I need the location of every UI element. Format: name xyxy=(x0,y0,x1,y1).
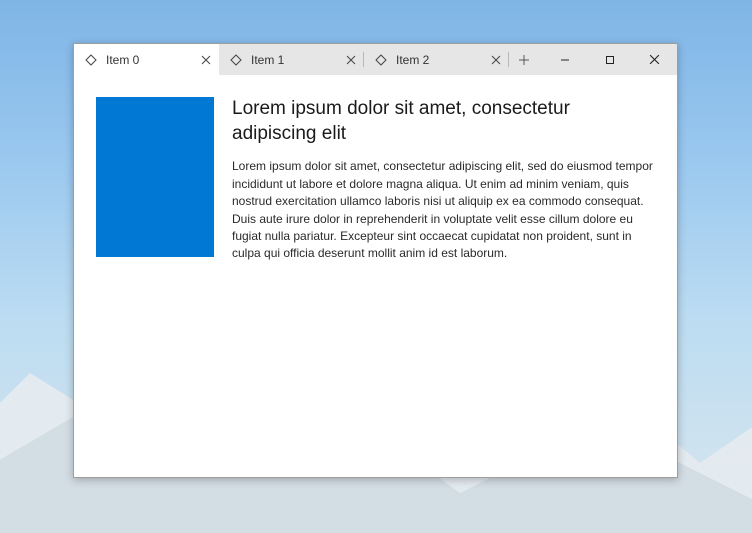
app-window: Item 0 Item 1 Item 2 xyxy=(73,43,678,478)
close-icon[interactable] xyxy=(342,51,360,69)
hero-image-placeholder xyxy=(96,97,214,257)
tab-label: Item 2 xyxy=(396,53,483,67)
tab-label: Item 0 xyxy=(106,53,193,67)
tab-label: Item 1 xyxy=(251,53,338,67)
tab-item-0[interactable]: Item 0 xyxy=(74,44,219,75)
plus-icon xyxy=(518,54,530,66)
diamond-icon xyxy=(374,53,388,67)
diamond-icon xyxy=(229,53,243,67)
maximize-button[interactable] xyxy=(587,44,632,75)
close-icon[interactable] xyxy=(487,51,505,69)
content-body: Lorem ipsum dolor sit amet, consectetur … xyxy=(232,158,655,262)
close-window-button[interactable] xyxy=(632,44,677,75)
titlebar: Item 0 Item 1 Item 2 xyxy=(74,44,677,75)
tab-item-1[interactable]: Item 1 xyxy=(219,44,364,75)
caption-controls xyxy=(542,44,677,75)
minimize-button[interactable] xyxy=(542,44,587,75)
maximize-icon xyxy=(605,55,615,65)
diamond-icon xyxy=(84,53,98,67)
close-icon[interactable] xyxy=(197,51,215,69)
minimize-icon xyxy=(560,55,570,65)
close-icon xyxy=(649,54,660,65)
text-column: Lorem ipsum dolor sit amet, consectetur … xyxy=(232,97,655,455)
content-heading: Lorem ipsum dolor sit amet, consectetur … xyxy=(232,97,655,146)
tab-strip: Item 0 Item 1 Item 2 xyxy=(74,44,542,75)
tab-item-2[interactable]: Item 2 xyxy=(364,44,509,75)
content-area: Lorem ipsum dolor sit amet, consectetur … xyxy=(74,75,677,477)
add-tab-button[interactable] xyxy=(509,44,539,75)
